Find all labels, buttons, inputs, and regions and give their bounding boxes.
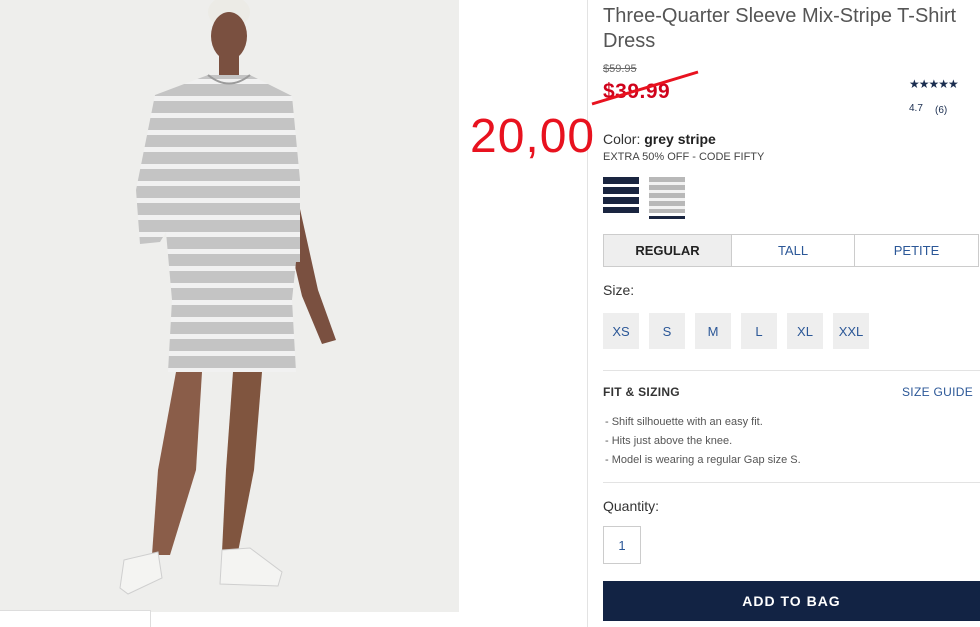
fit-details-list: - Shift silhouette with an easy fit. - H… [605,413,801,470]
add-to-bag-button[interactable]: ADD TO BAG [603,581,980,621]
thumbnail-strip[interactable] [0,610,151,627]
list-item: - Hits just above the knee. [605,435,733,447]
price-strike-annotation [591,70,699,106]
color-swatch-navy-stripe[interactable] [603,177,639,213]
tab-tall[interactable]: TALL [732,235,855,266]
quantity-label: Quantity: [603,498,660,514]
list-item: - Shift silhouette with an easy fit. [605,416,763,428]
size-button-m[interactable]: M [695,313,731,349]
tab-petite[interactable]: PETITE [855,235,978,266]
size-button-xl[interactable]: XL [787,313,823,349]
panel-divider [587,0,588,627]
size-button-xxl[interactable]: XXL [833,313,869,349]
tab-regular[interactable]: REGULAR [604,235,732,266]
size-guide-link[interactable]: SIZE GUIDE [902,385,973,399]
annotated-new-price: 20,00 [470,110,596,163]
product-title: Three-Quarter Sleeve Mix-Stripe T-Shirt … [603,5,957,52]
rating-stars-icon[interactable]: ★★★★★ [909,77,959,91]
fit-tabs: REGULAR TALL PETITE [603,234,979,267]
selected-swatch-indicator [649,216,685,219]
size-button-s[interactable]: S [649,313,685,349]
size-button-l[interactable]: L [741,313,777,349]
section-divider [603,482,980,483]
section-divider [603,370,980,371]
selected-color: grey stripe [644,131,716,147]
product-image[interactable] [0,0,459,612]
color-label-row: Color: grey stripe [603,131,716,147]
size-label: Size: [603,282,635,298]
fit-sizing-heading: FIT & SIZING [603,385,680,399]
quantity-input[interactable] [603,526,641,564]
promo-text: EXTRA 50% OFF - CODE FIFTY [603,151,765,163]
size-button-xs[interactable]: XS [603,313,639,349]
color-label: Color: [603,131,641,147]
rating-score: 4.7 [909,103,923,114]
review-count-link[interactable]: (6) [935,105,947,116]
color-swatch-grey-stripe[interactable] [649,177,685,213]
model-wearing-dress-image [119,0,336,595]
list-item: - Model is wearing a regular Gap size S. [605,454,801,466]
